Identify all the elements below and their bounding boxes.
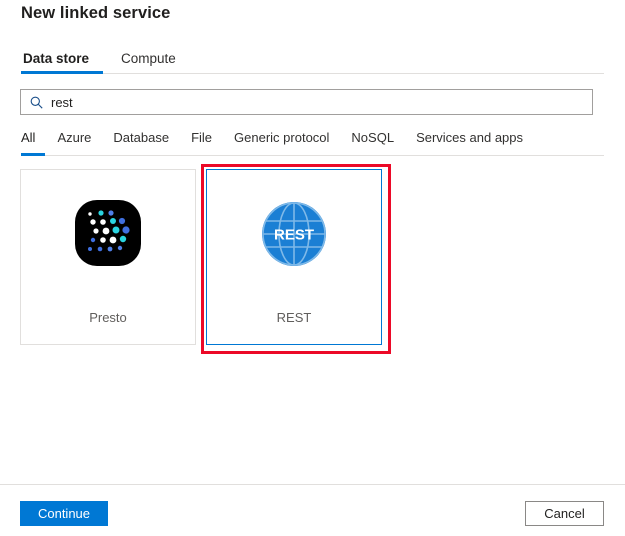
primary-tab-selected-indicator	[21, 71, 103, 74]
filter-tab-database[interactable]: Database	[113, 130, 169, 152]
filter-tab-generic-protocol[interactable]: Generic protocol	[234, 130, 329, 152]
connector-card-presto-label: Presto	[21, 310, 195, 325]
filter-tab-selected-indicator	[21, 153, 45, 156]
rest-globe-text: REST	[274, 227, 314, 244]
filter-tabs-divider	[21, 155, 604, 156]
filter-tab-file-label: File	[191, 130, 212, 145]
filter-tab-all-label: All	[21, 130, 35, 145]
rest-globe-icon: REST	[260, 200, 328, 273]
continue-button[interactable]: Continue	[20, 501, 108, 526]
search-box[interactable]: rest	[20, 89, 593, 115]
filter-tab-generic-protocol-label: Generic protocol	[234, 130, 329, 145]
footer-divider	[0, 484, 625, 485]
primary-tab-list: Data store Compute	[21, 46, 178, 74]
cancel-button[interactable]: Cancel	[525, 501, 604, 526]
tab-compute-label: Compute	[121, 51, 176, 66]
page-title: New linked service	[21, 4, 170, 23]
filter-tab-azure-label: Azure	[57, 130, 91, 145]
filter-tab-nosql-label: NoSQL	[351, 130, 394, 145]
presto-logo-icon	[75, 200, 141, 266]
filter-tab-azure[interactable]: Azure	[57, 130, 91, 152]
filter-tab-services-and-apps[interactable]: Services and apps	[416, 130, 523, 152]
rest-logo-wrapper: REST	[207, 200, 381, 273]
filter-tab-nosql[interactable]: NoSQL	[351, 130, 394, 152]
primary-tabs-divider	[21, 73, 604, 74]
filter-tab-all[interactable]: All	[21, 130, 35, 152]
connector-card-rest-label: REST	[207, 310, 381, 325]
search-input[interactable]: rest	[51, 96, 73, 109]
connector-card-presto[interactable]: Presto	[20, 169, 196, 345]
filter-tab-list: All Azure Database File Generic protocol…	[21, 130, 523, 152]
connector-card-rest[interactable]: REST REST	[206, 169, 382, 345]
search-icon	[30, 96, 43, 109]
filter-tab-file[interactable]: File	[191, 130, 212, 152]
filter-tab-database-label: Database	[113, 130, 169, 145]
tab-data-store-label: Data store	[23, 51, 89, 66]
filter-tab-services-and-apps-label: Services and apps	[416, 130, 523, 145]
tab-compute[interactable]: Compute	[119, 51, 178, 74]
presto-logo-wrapper	[21, 200, 195, 266]
